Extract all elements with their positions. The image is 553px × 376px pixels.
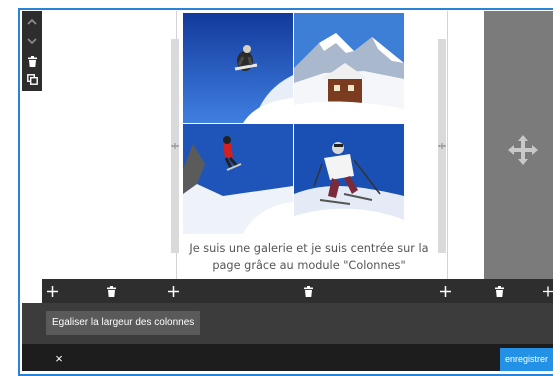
block-toolbar	[22, 11, 42, 91]
close-icon[interactable]: ×	[52, 350, 66, 366]
chevron-up-icon[interactable]	[22, 13, 42, 30]
snowboarder-jumping-photo[interactable]	[183, 13, 293, 123]
column-resize-handle[interactable]	[171, 39, 179, 253]
skier-white-jacket-photo[interactable]	[294, 124, 404, 234]
equalize-columns-button[interactable]: Egaliser la largeur des colonnes	[46, 311, 201, 335]
trash-icon[interactable]	[102, 279, 120, 303]
chevron-down-icon[interactable]	[22, 33, 42, 50]
mountain-chalet-photo[interactable]	[294, 13, 404, 123]
duplicate-icon[interactable]	[22, 71, 42, 88]
column-resize-handle[interactable]	[438, 39, 446, 253]
trash-icon[interactable]	[22, 53, 42, 70]
plus-icon[interactable]	[43, 279, 61, 303]
resize-grip-icon	[438, 141, 446, 151]
trash-icon[interactable]	[299, 279, 317, 303]
column-divider	[447, 11, 448, 279]
save-button[interactable]: enregistrer	[500, 348, 553, 371]
plus-icon[interactable]	[543, 279, 553, 303]
editor-footer	[22, 344, 553, 371]
trash-icon[interactable]	[490, 279, 508, 303]
plus-icon[interactable]	[164, 279, 182, 303]
gallery-caption: Je suis une galerie et je suis centrée s…	[189, 242, 429, 272]
move-icon[interactable]	[506, 133, 540, 167]
skier-red-jacket-photo[interactable]	[183, 124, 293, 234]
resize-grip-icon	[171, 141, 179, 151]
plus-icon[interactable]	[436, 279, 454, 303]
